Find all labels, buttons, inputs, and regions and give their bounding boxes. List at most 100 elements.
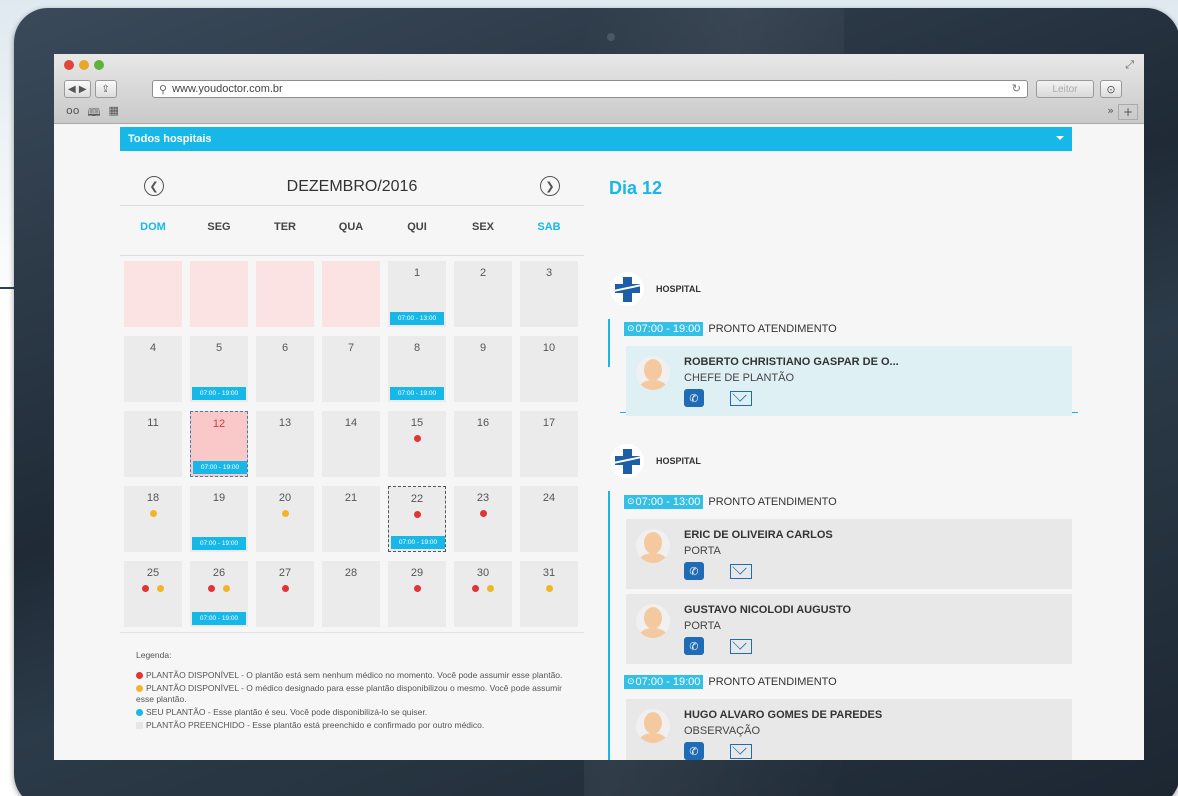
share-button[interactable]: ⇪ xyxy=(94,80,117,98)
book-icon[interactable]: 🕮 xyxy=(87,104,100,123)
calendar-day[interactable]: 7 xyxy=(322,336,380,402)
doctor-card[interactable]: ERIC DE OLIVEIRA CARLOS PORTA ✆ xyxy=(626,519,1072,589)
calendar-day[interactable]: 27 xyxy=(256,561,314,627)
day-number: 31 xyxy=(542,567,556,579)
calendar-day[interactable]: 6 xyxy=(256,336,314,402)
red-status-dot xyxy=(208,585,215,592)
calendar-day[interactable]: 14 xyxy=(322,411,380,477)
shift-status-dots xyxy=(389,511,445,518)
zoom-window-button[interactable] xyxy=(94,60,104,70)
calendar-week: 18 19 07:00 - 19:00 20 21 22 07:00 - 19:00 23 24 xyxy=(124,486,586,552)
mail-icon[interactable] xyxy=(730,744,752,759)
calendar-day[interactable]: 11 xyxy=(124,411,182,477)
phone-icon[interactable]: ✆ xyxy=(684,637,704,655)
doctor-card[interactable]: HUGO ALVARO GOMES DE PAREDES OBSERVAÇÃO ✆ xyxy=(626,699,1072,760)
calendar-day[interactable]: 28 xyxy=(322,561,380,627)
divider xyxy=(120,205,584,206)
calendar-day[interactable]: 22 07:00 - 19:00 xyxy=(388,486,446,552)
close-window-button[interactable] xyxy=(64,60,74,70)
new-tab-button[interactable]: + xyxy=(1118,104,1138,120)
hospital-header: HOSPITAL xyxy=(610,444,701,478)
shift-status-dots xyxy=(256,510,314,517)
day-number: 28 xyxy=(344,567,358,579)
avatar xyxy=(636,709,670,743)
mail-icon[interactable] xyxy=(730,639,752,654)
avatar-head xyxy=(644,607,662,629)
doctor-card[interactable]: GUSTAVO NICOLODI AUGUSTO PORTA ✆ xyxy=(626,594,1072,664)
my-shift-tag[interactable]: 07:00 - 19:00 xyxy=(192,612,246,625)
calendar-day[interactable]: 21 xyxy=(322,486,380,552)
shift-header: ⊙ 07:00 - 19:00 PRONTO ATENDIMENTO xyxy=(624,322,837,336)
calendar-day[interactable]: 13 xyxy=(256,411,314,477)
calendar-week: 25 26 07:00 - 19:00 27 28 29 30 31 xyxy=(124,561,586,627)
reload-icon[interactable]: ↻ xyxy=(1012,82,1021,95)
calendar-day[interactable]: 5 07:00 - 19:00 xyxy=(190,336,248,402)
my-shift-tag[interactable]: 07:00 - 19:00 xyxy=(192,537,246,550)
calendar-day[interactable]: 20 xyxy=(256,486,314,552)
fullscreen-icon[interactable]: ⤢ xyxy=(1125,58,1134,72)
next-month-button[interactable]: ❯ xyxy=(540,176,560,196)
calendar-day[interactable]: 9 xyxy=(454,336,512,402)
mail-icon[interactable] xyxy=(730,391,752,406)
back-button[interactable]: ◀ ▶ xyxy=(64,80,91,98)
calendar-day[interactable]: 31 xyxy=(520,561,578,627)
day-number: 25 xyxy=(146,567,160,579)
phone-icon[interactable]: ✆ xyxy=(684,742,704,760)
calendar-day[interactable]: 18 xyxy=(124,486,182,552)
phone-icon[interactable]: ✆ xyxy=(684,562,704,580)
calendar-empty-day xyxy=(322,261,380,327)
my-shift-tag[interactable]: 07:00 - 13:00 xyxy=(390,312,444,325)
day-number: 10 xyxy=(542,342,556,354)
calendar-day[interactable]: 2 xyxy=(454,261,512,327)
my-shift-tag[interactable]: 07:00 - 19:00 xyxy=(391,536,445,549)
reader-button[interactable]: Leitor xyxy=(1036,80,1094,98)
download-button[interactable]: ⊙ xyxy=(1100,80,1122,98)
calendar-day[interactable]: 8 07:00 - 19:00 xyxy=(388,336,446,402)
chevron-down-icon xyxy=(1056,136,1064,140)
calendar-day[interactable]: 29 xyxy=(388,561,446,627)
calendar-day[interactable]: 1 07:00 - 13:00 xyxy=(388,261,446,327)
day-title: Dia 12 xyxy=(609,178,663,198)
grey-legend-dot xyxy=(136,722,143,729)
calendar-day[interactable]: 15 xyxy=(388,411,446,477)
grid-icon[interactable]: ▦ xyxy=(108,104,118,123)
day-number: 21 xyxy=(344,492,358,504)
calendar-day[interactable]: 26 07:00 - 19:00 xyxy=(190,561,248,627)
shift-status-dots xyxy=(388,585,446,592)
avatar-head xyxy=(644,532,662,554)
calendar-day[interactable]: 4 xyxy=(124,336,182,402)
minimize-window-button[interactable] xyxy=(79,60,89,70)
divider xyxy=(120,255,584,256)
legend-item: PLANTÃO DISPONÍVEL - O plantão está sem … xyxy=(136,670,576,681)
my-shift-tag[interactable]: 07:00 - 19:00 xyxy=(193,461,247,474)
address-bar[interactable]: ⚲ www.youdoctor.com.br ↻ xyxy=(152,80,1028,98)
avatar-head xyxy=(644,712,662,734)
calendar-day[interactable]: 24 xyxy=(520,486,578,552)
hospital-select[interactable]: Todos hospitais xyxy=(120,127,1072,151)
doctor-card[interactable]: ROBERTO CHRISTIANO GASPAR DE O... CHEFE D… xyxy=(626,346,1072,416)
calendar-day[interactable]: 17 xyxy=(520,411,578,477)
more-bookmarks-icon[interactable]: » xyxy=(1107,104,1114,117)
calendar-day[interactable]: 23 xyxy=(454,486,512,552)
calendar-day[interactable]: 19 07:00 - 19:00 xyxy=(190,486,248,552)
weekday-label: QUA xyxy=(338,221,364,233)
calendar-day[interactable]: 30 xyxy=(454,561,512,627)
shift-status-dots xyxy=(124,585,182,592)
legend: Legenda: PLANTÃO DISPONÍVEL - O plantão … xyxy=(136,650,576,733)
calendar-day[interactable]: 12 07:00 - 19:00 xyxy=(190,411,248,477)
yellow-legend-dot xyxy=(136,685,143,692)
reading-glasses-icon[interactable]: oo xyxy=(66,104,79,123)
phone-icon[interactable]: ✆ xyxy=(684,389,704,407)
day-number: 11 xyxy=(147,417,159,429)
day-number: 17 xyxy=(542,417,556,429)
weekday-label: SAB xyxy=(537,221,561,233)
mail-icon[interactable] xyxy=(730,564,752,579)
calendar-day[interactable]: 16 xyxy=(454,411,512,477)
doctor-role: PORTA xyxy=(684,620,721,632)
calendar-day[interactable]: 3 xyxy=(520,261,578,327)
my-shift-tag[interactable]: 07:00 - 19:00 xyxy=(390,387,444,400)
calendar-day[interactable]: 10 xyxy=(520,336,578,402)
calendar-day[interactable]: 25 xyxy=(124,561,182,627)
day-number: 9 xyxy=(479,342,487,354)
my-shift-tag[interactable]: 07:00 - 19:00 xyxy=(192,387,246,400)
